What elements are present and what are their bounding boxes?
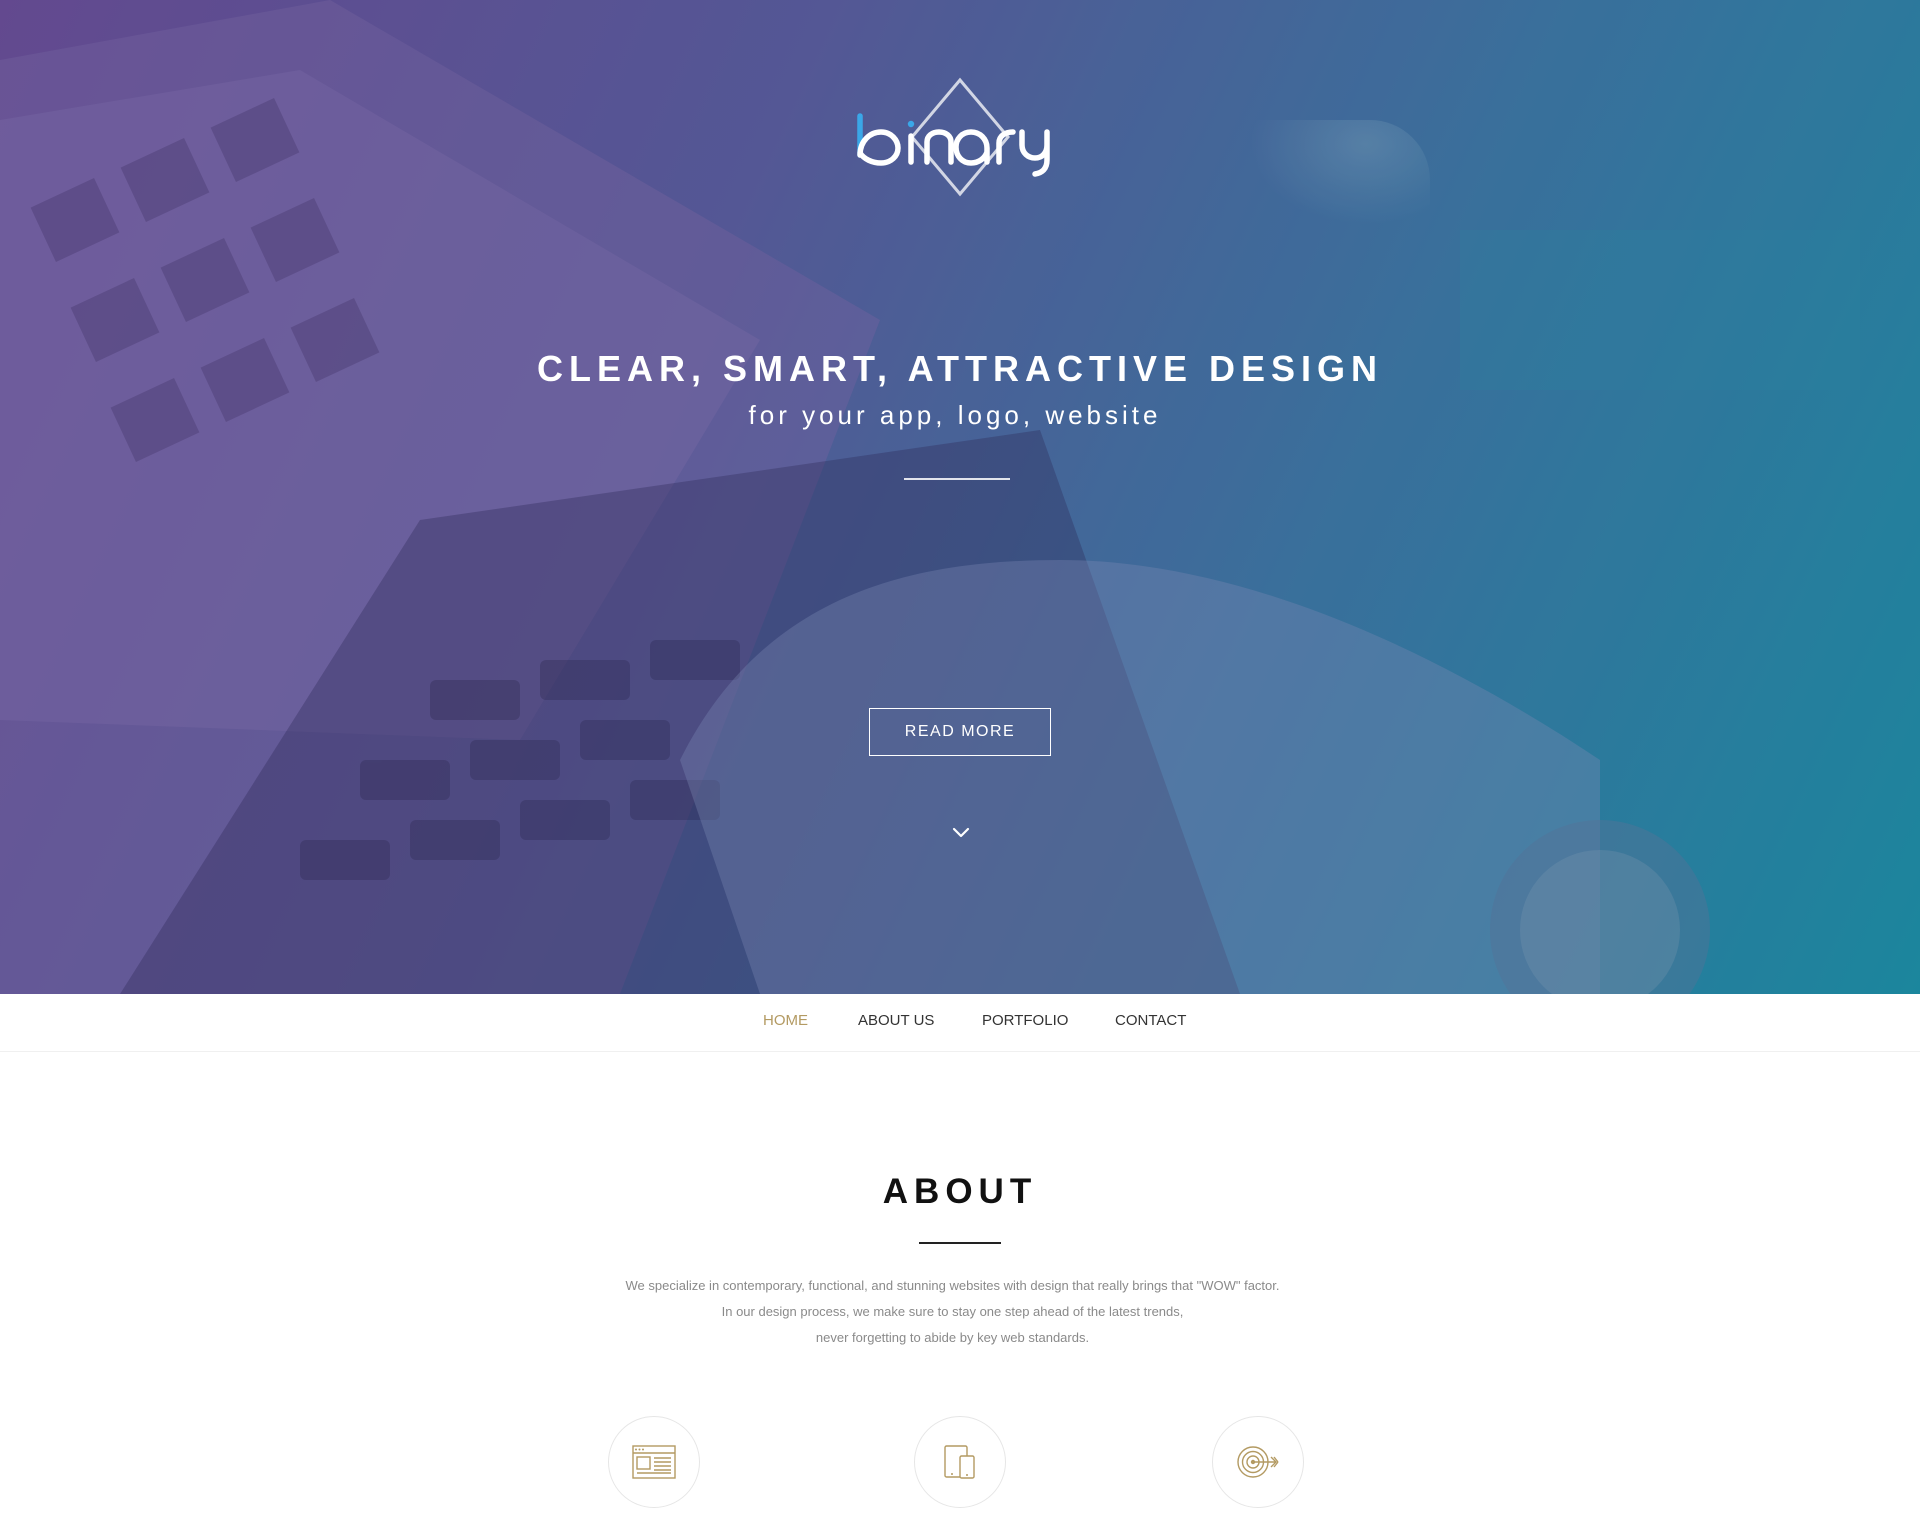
responsive-devices-icon [944, 1445, 975, 1479]
nav-item-home[interactable]: HOME [763, 1012, 808, 1029]
feature-web-design[interactable] [608, 1416, 700, 1508]
chevron-down-icon[interactable] [951, 825, 971, 841]
binary-logo-icon [857, 77, 1050, 197]
about-title: ABOUT [882, 1172, 1038, 1211]
nav-item-contact[interactable]: CONTACT [1115, 1012, 1186, 1029]
feature-responsive[interactable] [914, 1416, 1006, 1508]
about-text-line-3: never forgetting to abide by key web sta… [815, 1330, 1090, 1345]
about-text-line-2: In our design process, we make sure to s… [721, 1304, 1184, 1319]
main-nav: HOME ABOUT US PORTFOLIO CONTACT [0, 994, 1920, 1052]
about-text-line-1: We specialize in contemporary, functiona… [625, 1278, 1280, 1293]
feature-strategy[interactable] [1212, 1416, 1304, 1508]
hero-title: CLEAR, SMART, ATTRACTIVE DESIGN [536, 348, 1383, 389]
browser-layout-icon [632, 1445, 676, 1479]
about-divider [919, 1242, 1001, 1244]
nav-item-portfolio[interactable]: PORTFOLIO [982, 1012, 1068, 1029]
read-more-button[interactable]: READ MORE [869, 708, 1051, 756]
nav-item-about-us[interactable]: ABOUT US [858, 1012, 934, 1029]
hero-section: CLEAR, SMART, ATTRACTIVE DESIGN for your… [0, 0, 1920, 994]
hero-divider [904, 478, 1010, 480]
target-icon [1237, 1446, 1279, 1478]
hero-subtitle: for your app, logo, website [748, 400, 1162, 430]
brand-logo[interactable] [850, 76, 1070, 206]
